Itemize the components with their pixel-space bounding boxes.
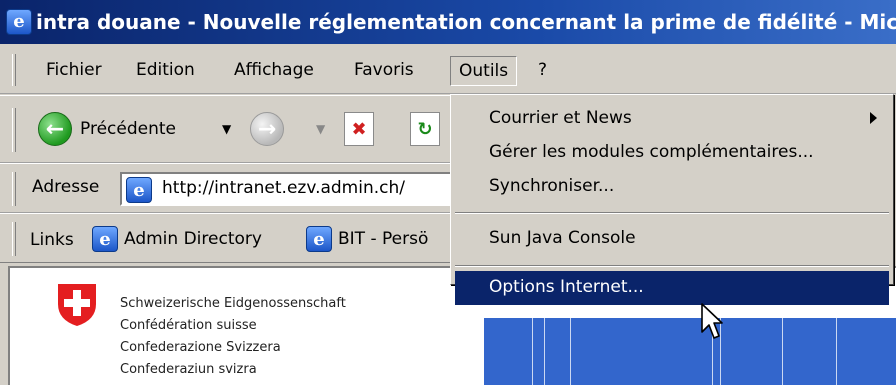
address-label: Adresse — [32, 177, 100, 197]
address-input[interactable]: e http://intranet.ezv.admin.ch/ — [120, 172, 456, 206]
back-arrow-icon: ← — [38, 112, 72, 146]
menu-outils[interactable]: Outils — [450, 56, 518, 86]
ie-link-icon: e — [92, 226, 118, 252]
links-label: Links — [30, 230, 74, 250]
refresh-button[interactable]: ↻ — [410, 112, 440, 146]
submenu-arrow-icon — [870, 112, 877, 124]
confederation-line-rm: Confederaziun svizra — [120, 362, 257, 377]
ie-app-icon: e — [6, 9, 32, 35]
address-url: http://intranet.ezv.admin.ch/ — [162, 178, 405, 198]
title-bar: e intra douane - Nouvelle réglementation… — [0, 0, 896, 44]
tools-menu-dropdown: Courrier et News Gérer les modules compl… — [450, 94, 894, 305]
confederation-line-de: Schweizerische Eidgenossenschaft — [120, 296, 346, 311]
menu-item-options-internet[interactable]: Options Internet... — [455, 271, 889, 305]
mouse-cursor-icon — [701, 303, 723, 339]
menu-bar: Fichier Edition Affichage Favoris Outils… — [0, 44, 896, 94]
menu-favoris[interactable]: Favoris — [346, 56, 422, 86]
menu-item-label: Synchroniser... — [489, 176, 615, 196]
header-banner — [484, 318, 896, 385]
menu-separator — [455, 212, 889, 214]
menu-item-courrier-news[interactable]: Courrier et News — [455, 102, 889, 134]
address-bar: Adresse e http://intranet.ezv.admin.ch/ — [0, 163, 456, 213]
refresh-icon: ↻ — [410, 112, 440, 146]
menu-separator — [455, 265, 889, 267]
menu-affichage[interactable]: Affichage — [226, 56, 322, 86]
banner-line — [532, 318, 533, 385]
menu-item-label: Sun Java Console — [489, 228, 636, 248]
back-dropdown-icon[interactable]: ▼ — [222, 122, 231, 136]
browser-window: e intra douane - Nouvelle réglementation… — [0, 0, 896, 385]
swiss-coat-of-arms-icon — [58, 284, 96, 326]
stop-icon: ✖ — [344, 112, 374, 146]
menu-edition[interactable]: Edition — [128, 56, 203, 86]
banner-line — [782, 318, 783, 385]
banner-line — [570, 318, 571, 385]
back-label: Précédente — [80, 119, 176, 139]
link-label: BIT - Persö — [338, 229, 429, 249]
confederation-line-it: Confederazione Svizzera — [120, 340, 281, 355]
addressbar-grip[interactable] — [12, 172, 16, 206]
confederation-line-fr: Confédération suisse — [120, 318, 257, 333]
link-admin-directory[interactable]: e Admin Directory — [92, 226, 262, 252]
menu-item-label: Options Internet... — [489, 277, 644, 297]
window-title: intra douane - Nouvelle réglementation c… — [36, 10, 896, 34]
menu-item-sun-java-console[interactable]: Sun Java Console — [455, 222, 889, 254]
ie-link-icon: e — [306, 226, 332, 252]
menu-fichier[interactable]: Fichier — [38, 56, 110, 86]
link-label: Admin Directory — [124, 229, 262, 249]
toolbar-grip[interactable] — [12, 108, 16, 152]
stop-button[interactable]: ✖ — [344, 112, 374, 146]
linksbar-grip[interactable] — [12, 222, 16, 256]
menu-item-label: Courrier et News — [489, 108, 632, 128]
standard-toolbar: ← Précédente ▼ → ▼ ✖ ↻ — [0, 95, 456, 163]
back-button[interactable]: ← Précédente — [38, 112, 176, 146]
menu-item-synchroniser[interactable]: Synchroniser... — [455, 170, 889, 202]
link-bit-personal[interactable]: e BIT - Persö — [306, 226, 428, 252]
menu-item-label: Gérer les modules complémentaires... — [489, 142, 814, 162]
menu-item-manage-addons[interactable]: Gérer les modules complémentaires... — [455, 136, 889, 168]
forward-dropdown-icon[interactable]: ▼ — [316, 122, 325, 136]
page-icon: e — [126, 177, 152, 203]
menu-help[interactable]: ? — [530, 56, 555, 86]
menubar-grip[interactable] — [12, 54, 16, 86]
links-bar: Links e Admin Directory e BIT - Persö — [0, 213, 456, 263]
banner-line — [836, 318, 837, 385]
forward-button[interactable]: → — [250, 112, 284, 146]
forward-arrow-icon: → — [250, 112, 284, 146]
banner-line — [544, 318, 545, 385]
